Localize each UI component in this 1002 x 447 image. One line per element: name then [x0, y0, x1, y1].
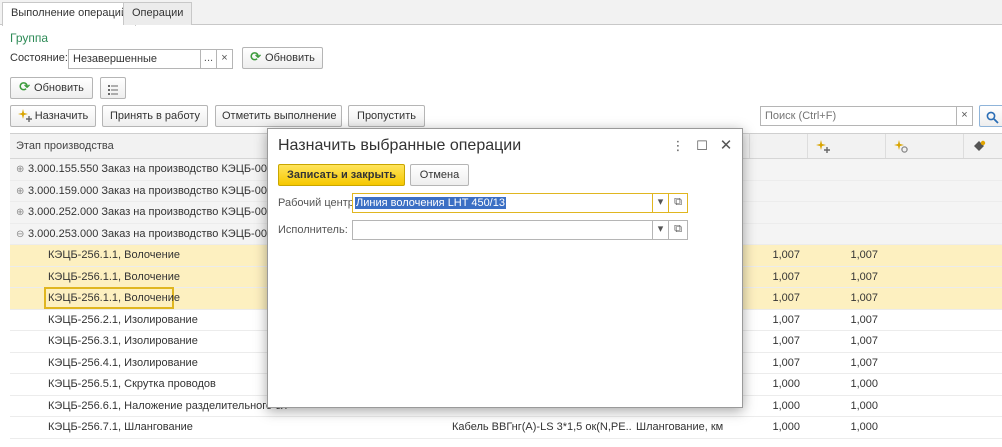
- refresh-button[interactable]: ⟳ Обновить: [10, 77, 93, 99]
- executor-label: Исполнитель:: [278, 224, 348, 236]
- dialog-title: Назначить выбранные операции: [278, 137, 522, 154]
- refresh-label: Обновить: [34, 82, 84, 94]
- state-select-button[interactable]: ...: [200, 49, 217, 69]
- qty-cell-1: 1,007: [772, 335, 800, 347]
- qty-cell-2: 1,000: [850, 378, 878, 390]
- qty-cell-1: 1,007: [772, 292, 800, 304]
- qty-cell-2: 1,000: [850, 421, 878, 433]
- qty-cell-1: 1,007: [772, 249, 800, 261]
- list-settings-icon: [108, 84, 118, 95]
- qty-cell-2: 1,007: [850, 249, 878, 261]
- group-label: 3.000.159.000 Заказ на производство КЭЦБ…: [28, 184, 280, 197]
- qty-cell-2: 1,007: [850, 270, 878, 283]
- executor-open-icon[interactable]: ⧉: [668, 220, 688, 240]
- expand-icon[interactable]: ⊕: [16, 159, 28, 180]
- done-marker-icon: [974, 140, 986, 152]
- search-clear-button[interactable]: ×: [956, 106, 973, 126]
- search-input[interactable]: [760, 106, 957, 126]
- group-label: 3.000.252.000 Заказ на производство КЭЦБ…: [28, 206, 280, 218]
- refresh-icon: ⟳: [19, 79, 31, 95]
- maximize-icon[interactable]: ☐: [694, 137, 710, 155]
- executor-input[interactable]: [352, 220, 654, 240]
- column-header-icon-1[interactable]: [750, 134, 808, 158]
- qty-cell-2: 1,007: [850, 356, 878, 369]
- executor-dropdown-icon[interactable]: ▾: [652, 220, 669, 240]
- expand-icon[interactable]: ⊕: [16, 202, 28, 223]
- search-icon: [986, 111, 999, 124]
- qty-cell-1: 1,000: [772, 399, 800, 412]
- stage-cell: КЭЦБ-256.7.1, Шлангование: [48, 421, 193, 433]
- qty-cell-1: 1,000: [772, 378, 800, 390]
- assign-operations-dialog: Назначить выбранные операции ⋮ ☐ ✕ Запис…: [267, 128, 743, 408]
- refresh-icon: ⟳: [250, 49, 262, 65]
- group-label: 3.000.155.550 Заказ на производство КЭЦБ…: [28, 163, 280, 175]
- work-center-value: Линия волочения LHT 450/13: [355, 197, 506, 209]
- search-button[interactable]: [979, 105, 1002, 127]
- qty-cell-1: 1,007: [772, 356, 800, 369]
- qty-cell-2: 1,007: [850, 335, 878, 347]
- work-center-input[interactable]: Линия волочения LHT 450/13: [352, 193, 654, 213]
- qty-cell-2: 1,000: [850, 399, 878, 412]
- in-work-gear-icon: [894, 140, 908, 153]
- more-menu-icon[interactable]: ⋮: [670, 137, 686, 155]
- qty-cell-1: 1,007: [772, 270, 800, 283]
- qty-cell-1: 1,000: [772, 421, 800, 433]
- qty-cell-1: 1,007: [772, 313, 800, 326]
- accept-to-work-button[interactable]: Принять в работу: [102, 105, 208, 127]
- assigned-sparkle-icon: [816, 140, 830, 154]
- state-refresh-button[interactable]: ⟳ Обновить: [242, 47, 323, 69]
- state-refresh-label: Обновить: [265, 52, 315, 64]
- tab-operations[interactable]: Операции: [123, 2, 193, 25]
- save-and-close-button[interactable]: Записать и закрыть: [278, 164, 405, 186]
- skip-button[interactable]: Пропустить: [348, 105, 425, 127]
- work-center-dropdown-icon[interactable]: ▾: [652, 193, 669, 213]
- group-label: 3.000.253.000 Заказ на производство КЭЦБ…: [28, 227, 280, 240]
- assign-button[interactable]: Назначить: [10, 105, 96, 127]
- state-label: Состояние:: [10, 52, 68, 64]
- column-header-assigned[interactable]: [808, 134, 886, 158]
- tab-bar: Выполнение операций Операции: [0, 0, 1002, 26]
- column-header-done[interactable]: [964, 134, 1002, 158]
- cancel-button[interactable]: Отмена: [410, 164, 469, 186]
- work-center-label: Рабочий центр:: [278, 197, 357, 209]
- table-row[interactable]: КЭЦБ-256.7.1, Шлангование Кабель ВВГнг(А…: [10, 417, 1002, 439]
- group-title: Группа: [10, 31, 49, 45]
- assign-sparkle-icon: [17, 109, 32, 123]
- mark-done-button[interactable]: Отметить выполнение: [215, 105, 342, 127]
- qty-cell-2: 1,007: [850, 292, 878, 304]
- qty-cell-2: 1,007: [850, 313, 878, 326]
- close-icon[interactable]: ✕: [718, 137, 734, 155]
- operation-cell: Шлангование, км: [636, 421, 724, 433]
- material-cell: Кабель ВВГнг(А)-LS 3*1,5 ок(N,PE...: [452, 421, 632, 433]
- state-input[interactable]: Незавершенные: [68, 49, 201, 69]
- assign-label: Назначить: [34, 110, 89, 122]
- expand-icon[interactable]: ⊕: [16, 181, 28, 202]
- collapse-icon[interactable]: ⊖: [16, 224, 28, 245]
- tab-operations-execution[interactable]: Выполнение операций: [2, 2, 137, 26]
- work-center-open-icon[interactable]: ⧉: [668, 193, 688, 213]
- column-header-in-work[interactable]: [886, 134, 964, 158]
- state-clear-button[interactable]: ×: [216, 49, 233, 69]
- list-settings-button[interactable]: [100, 77, 126, 99]
